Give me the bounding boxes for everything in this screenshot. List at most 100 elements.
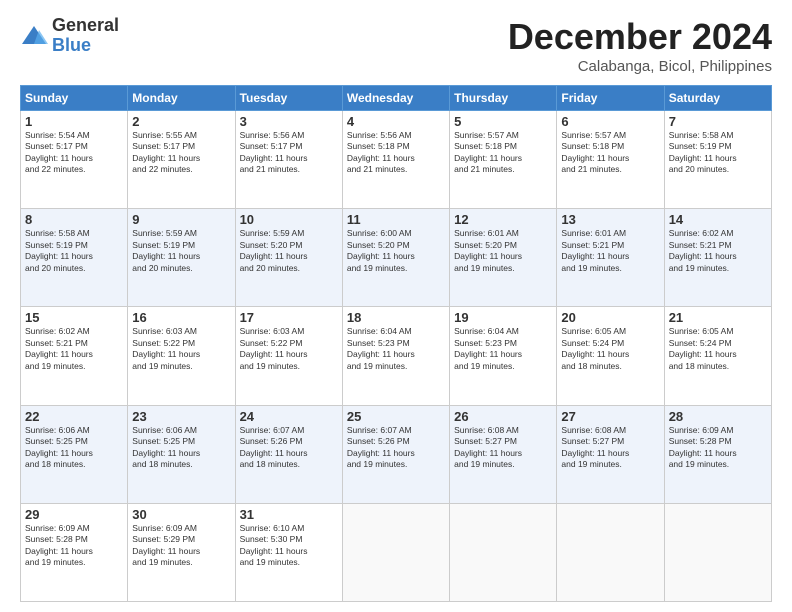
sunrise-label: Sunrise: 6:07 AM <box>240 425 305 435</box>
sunrise-label: Sunrise: 5:58 AM <box>25 228 90 238</box>
sunset-label: Sunset: 5:25 PM <box>132 436 195 446</box>
calendar-cell: 15 Sunrise: 6:02 AM Sunset: 5:21 PM Dayl… <box>21 307 128 405</box>
sunrise-label: Sunrise: 5:58 AM <box>669 130 734 140</box>
header-row: SundayMondayTuesdayWednesdayThursdayFrid… <box>21 86 772 111</box>
sunrise-label: Sunrise: 6:03 AM <box>132 326 197 336</box>
daylight-label: Daylight: 11 hours <box>132 153 200 163</box>
sunset-label: Sunset: 5:22 PM <box>132 338 195 348</box>
daylight-label: Daylight: 11 hours <box>25 546 93 556</box>
sunset-label: Sunset: 5:20 PM <box>454 240 517 250</box>
day-number: 18 <box>347 310 445 325</box>
sunrise-label: Sunrise: 6:09 AM <box>669 425 734 435</box>
sunset-label: Sunset: 5:23 PM <box>347 338 410 348</box>
day-info: Sunrise: 5:58 AM Sunset: 5:19 PM Dayligh… <box>25 228 123 274</box>
day-info: Sunrise: 5:54 AM Sunset: 5:17 PM Dayligh… <box>25 130 123 176</box>
col-header-tuesday: Tuesday <box>235 86 342 111</box>
logo-general: General <box>52 16 119 36</box>
calendar-cell: 28 Sunrise: 6:09 AM Sunset: 5:28 PM Dayl… <box>664 405 771 503</box>
sunrise-label: Sunrise: 5:59 AM <box>132 228 197 238</box>
title-block: December 2024 Calabanga, Bicol, Philippi… <box>508 16 772 75</box>
daylight-minutes: and 19 minutes. <box>240 361 300 371</box>
sunrise-label: Sunrise: 6:04 AM <box>454 326 519 336</box>
day-number: 11 <box>347 212 445 227</box>
sunrise-label: Sunrise: 6:02 AM <box>25 326 90 336</box>
daylight-minutes: and 21 minutes. <box>561 164 621 174</box>
daylight-minutes: and 19 minutes. <box>132 361 192 371</box>
calendar-cell: 12 Sunrise: 6:01 AM Sunset: 5:20 PM Dayl… <box>450 209 557 307</box>
daylight-minutes: and 19 minutes. <box>347 263 407 273</box>
header: General Blue December 2024 Calabanga, Bi… <box>20 16 772 75</box>
day-number: 5 <box>454 114 552 129</box>
day-info: Sunrise: 6:05 AM Sunset: 5:24 PM Dayligh… <box>669 326 767 372</box>
daylight-minutes: and 19 minutes. <box>240 557 300 567</box>
sunrise-label: Sunrise: 6:05 AM <box>669 326 734 336</box>
sunrise-label: Sunrise: 6:07 AM <box>347 425 412 435</box>
sunrise-label: Sunrise: 6:06 AM <box>25 425 90 435</box>
sunset-label: Sunset: 5:19 PM <box>25 240 88 250</box>
sunrise-label: Sunrise: 5:57 AM <box>561 130 626 140</box>
day-info: Sunrise: 6:05 AM Sunset: 5:24 PM Dayligh… <box>561 326 659 372</box>
daylight-minutes: and 19 minutes. <box>454 263 514 273</box>
daylight-label: Daylight: 11 hours <box>669 153 737 163</box>
sunrise-label: Sunrise: 6:09 AM <box>25 523 90 533</box>
daylight-minutes: and 20 minutes. <box>669 164 729 174</box>
daylight-minutes: and 19 minutes. <box>132 557 192 567</box>
day-info: Sunrise: 5:55 AM Sunset: 5:17 PM Dayligh… <box>132 130 230 176</box>
day-info: Sunrise: 6:01 AM Sunset: 5:21 PM Dayligh… <box>561 228 659 274</box>
sunset-label: Sunset: 5:27 PM <box>561 436 624 446</box>
sunset-label: Sunset: 5:20 PM <box>347 240 410 250</box>
daylight-minutes: and 19 minutes. <box>669 459 729 469</box>
daylight-label: Daylight: 11 hours <box>240 153 308 163</box>
sunset-label: Sunset: 5:23 PM <box>454 338 517 348</box>
col-header-sunday: Sunday <box>21 86 128 111</box>
sunset-label: Sunset: 5:21 PM <box>561 240 624 250</box>
sunset-label: Sunset: 5:26 PM <box>347 436 410 446</box>
week-row-2: 8 Sunrise: 5:58 AM Sunset: 5:19 PM Dayli… <box>21 209 772 307</box>
calendar-cell: 4 Sunrise: 5:56 AM Sunset: 5:18 PM Dayli… <box>342 111 449 209</box>
col-header-thursday: Thursday <box>450 86 557 111</box>
day-info: Sunrise: 5:56 AM Sunset: 5:17 PM Dayligh… <box>240 130 338 176</box>
day-number: 24 <box>240 409 338 424</box>
daylight-minutes: and 22 minutes. <box>25 164 85 174</box>
day-info: Sunrise: 6:06 AM Sunset: 5:25 PM Dayligh… <box>25 425 123 471</box>
day-number: 23 <box>132 409 230 424</box>
daylight-label: Daylight: 11 hours <box>347 153 415 163</box>
main-title: December 2024 <box>508 16 772 58</box>
sunset-label: Sunset: 5:24 PM <box>561 338 624 348</box>
sunset-label: Sunset: 5:18 PM <box>347 141 410 151</box>
day-number: 22 <box>25 409 123 424</box>
col-header-wednesday: Wednesday <box>342 86 449 111</box>
calendar-cell: 10 Sunrise: 5:59 AM Sunset: 5:20 PM Dayl… <box>235 209 342 307</box>
daylight-label: Daylight: 11 hours <box>347 349 415 359</box>
day-info: Sunrise: 5:59 AM Sunset: 5:19 PM Dayligh… <box>132 228 230 274</box>
daylight-minutes: and 21 minutes. <box>347 164 407 174</box>
day-number: 17 <box>240 310 338 325</box>
daylight-label: Daylight: 11 hours <box>240 349 308 359</box>
day-number: 27 <box>561 409 659 424</box>
sunset-label: Sunset: 5:19 PM <box>132 240 195 250</box>
day-info: Sunrise: 6:04 AM Sunset: 5:23 PM Dayligh… <box>347 326 445 372</box>
daylight-label: Daylight: 11 hours <box>347 448 415 458</box>
calendar-cell: 5 Sunrise: 5:57 AM Sunset: 5:18 PM Dayli… <box>450 111 557 209</box>
calendar-cell <box>342 503 449 601</box>
day-number: 21 <box>669 310 767 325</box>
day-number: 20 <box>561 310 659 325</box>
subtitle: Calabanga, Bicol, Philippines <box>508 58 772 75</box>
sunset-label: Sunset: 5:29 PM <box>132 534 195 544</box>
day-number: 8 <box>25 212 123 227</box>
day-info: Sunrise: 6:09 AM Sunset: 5:28 PM Dayligh… <box>25 523 123 569</box>
sunrise-label: Sunrise: 6:08 AM <box>454 425 519 435</box>
daylight-label: Daylight: 11 hours <box>561 153 629 163</box>
week-row-4: 22 Sunrise: 6:06 AM Sunset: 5:25 PM Dayl… <box>21 405 772 503</box>
day-number: 3 <box>240 114 338 129</box>
daylight-label: Daylight: 11 hours <box>25 349 93 359</box>
daylight-minutes: and 19 minutes. <box>561 263 621 273</box>
logo-text: General Blue <box>52 16 119 56</box>
daylight-minutes: and 19 minutes. <box>25 557 85 567</box>
calendar-cell: 2 Sunrise: 5:55 AM Sunset: 5:17 PM Dayli… <box>128 111 235 209</box>
sunrise-label: Sunrise: 5:56 AM <box>240 130 305 140</box>
day-number: 7 <box>669 114 767 129</box>
calendar-cell: 27 Sunrise: 6:08 AM Sunset: 5:27 PM Dayl… <box>557 405 664 503</box>
daylight-label: Daylight: 11 hours <box>669 251 737 261</box>
sunrise-label: Sunrise: 5:54 AM <box>25 130 90 140</box>
